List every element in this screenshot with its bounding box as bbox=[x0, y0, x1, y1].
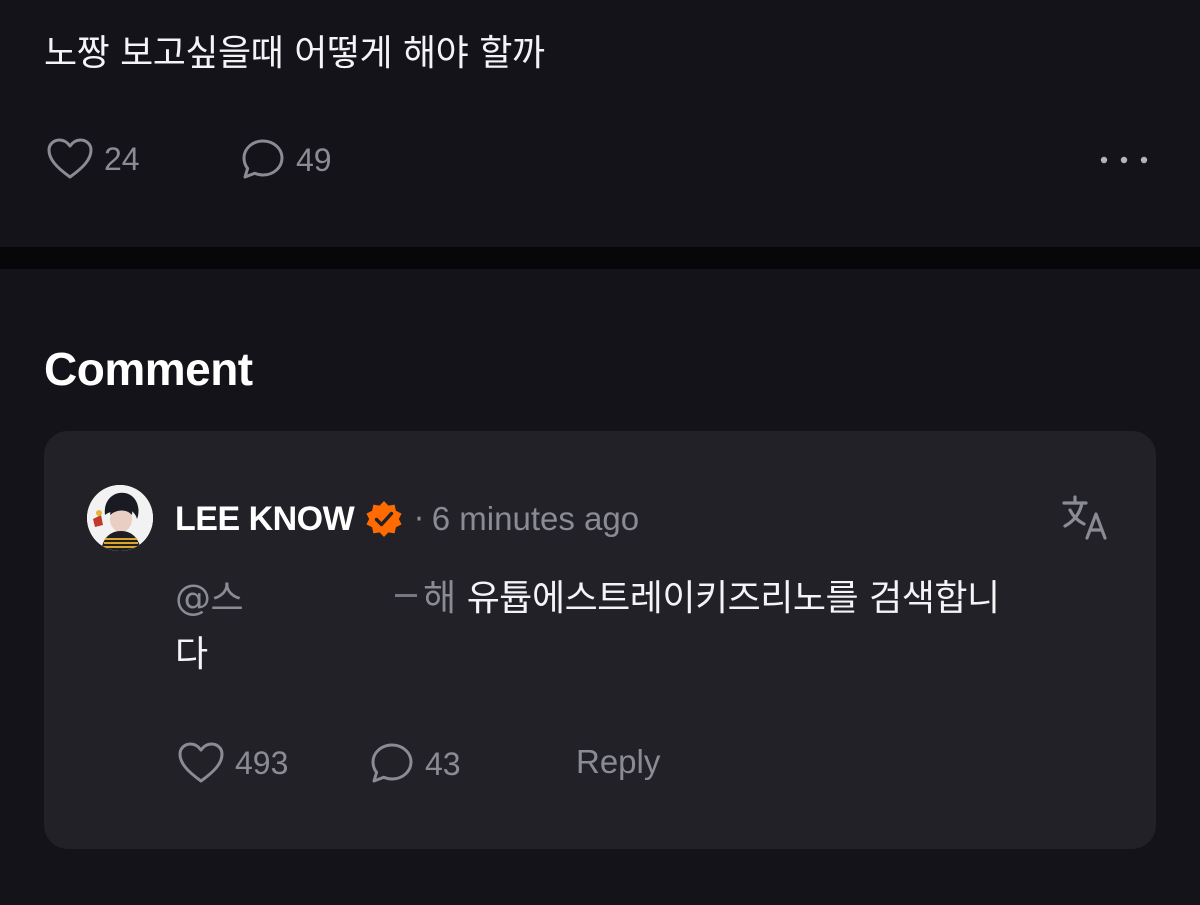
verified-badge-icon bbox=[366, 501, 402, 537]
post-comment-button[interactable]: 49 bbox=[240, 137, 332, 183]
post-text: 노짱 보고싶을때 어떻게 해야 할까 bbox=[44, 33, 545, 74]
speech-bubble-icon bbox=[371, 743, 413, 783]
section-divider bbox=[0, 247, 1200, 269]
avatar[interactable] bbox=[87, 485, 153, 551]
comment-section: Comment LEE KNOW · 6 minutes ago @스 해 유튭… bbox=[0, 269, 1200, 905]
post-like-button[interactable]: 24 bbox=[46, 137, 140, 181]
redacted-area bbox=[243, 580, 424, 620]
post-comment-count: 49 bbox=[296, 141, 332, 178]
comment-body: @스 해 유튭에스트레이키즈리노를 검색합니 다 bbox=[175, 571, 1115, 683]
meta-separator: · bbox=[414, 501, 424, 537]
comment-reply-count: 43 bbox=[425, 745, 461, 782]
post: 노짱 보고싶을때 어떻게 해야 할까 24 49 bbox=[0, 0, 1200, 247]
comment-card: LEE KNOW · 6 minutes ago @스 해 유튭에스트레이키즈리노… bbox=[44, 431, 1156, 849]
comment-heading: Comment bbox=[44, 343, 253, 395]
comment-text: 유튭에스트레이키즈리노를 검색합니 bbox=[466, 578, 1000, 619]
heart-icon bbox=[47, 138, 93, 179]
author-name[interactable]: LEE KNOW bbox=[175, 500, 355, 539]
comment-timestamp: 6 minutes ago bbox=[431, 500, 640, 537]
post-like-count: 24 bbox=[104, 140, 140, 177]
mention-link-tail[interactable]: 해 bbox=[423, 578, 456, 619]
heart-icon bbox=[178, 742, 224, 783]
comment-like-count: 493 bbox=[235, 744, 289, 781]
more-dots-icon[interactable] bbox=[1098, 148, 1150, 172]
reply-button[interactable]: Reply bbox=[576, 743, 660, 781]
comment-author-row: LEE KNOW · 6 minutes ago bbox=[175, 498, 639, 540]
mention-link[interactable]: @스 bbox=[175, 578, 244, 619]
speech-bubble-icon bbox=[242, 139, 284, 179]
translate-icon[interactable] bbox=[1061, 494, 1111, 542]
comment-text-continued: 다 bbox=[175, 634, 208, 675]
comment-reply-count-button[interactable]: 43 bbox=[369, 741, 461, 787]
comment-like-button[interactable]: 493 bbox=[177, 741, 288, 785]
